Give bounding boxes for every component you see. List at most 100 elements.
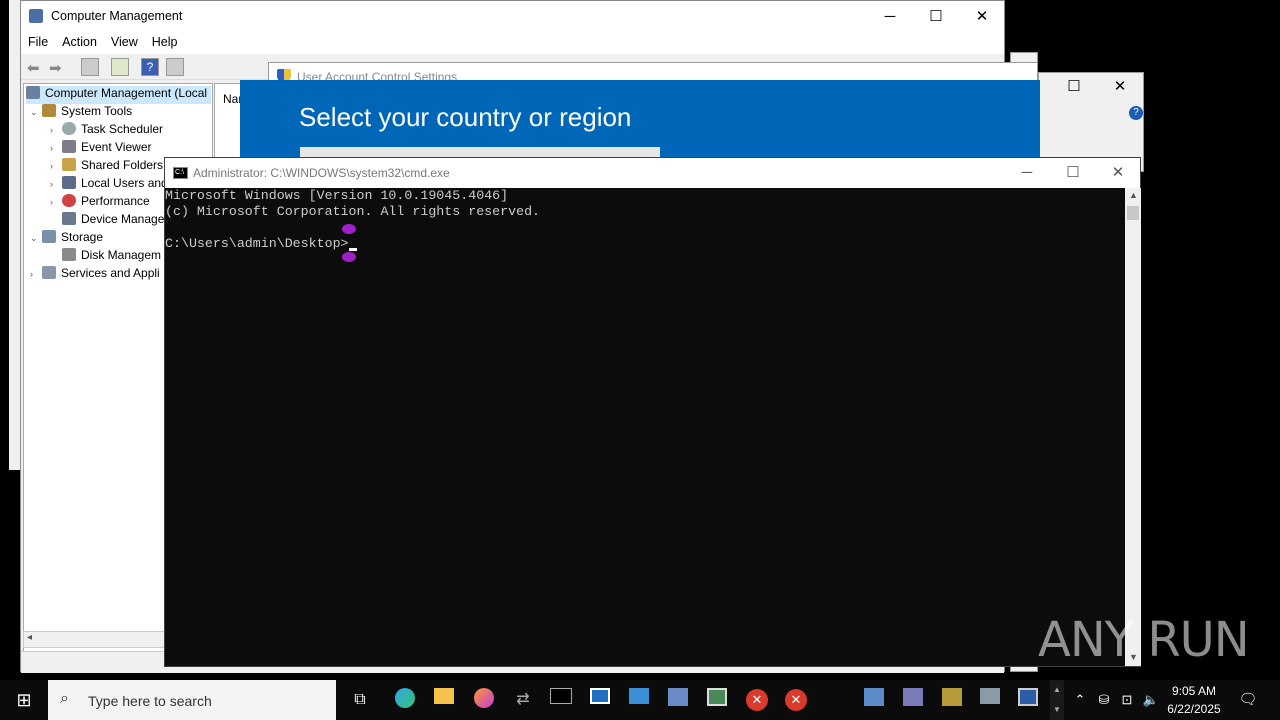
- forward-arrow-icon[interactable]: ➡: [49, 59, 62, 77]
- tree-item-computer-management[interactable]: Computer Management (Local: [26, 86, 212, 104]
- tree-label: Storage: [61, 230, 104, 244]
- network-computers-icon[interactable]: [666, 688, 690, 712]
- network-tool-icon[interactable]: ⇄: [511, 688, 535, 712]
- pointer-marker-bottom: [342, 252, 356, 262]
- anyrun-watermark: ANY RUN: [1038, 612, 1250, 668]
- menu-file[interactable]: File: [21, 32, 55, 52]
- tray-device-icon[interactable]: ⛁: [1092, 688, 1116, 712]
- tree-label: System Tools: [61, 104, 133, 118]
- taskbar-search-box[interactable]: ⌕ Type here to search: [48, 680, 336, 720]
- tray-app-icon-4[interactable]: [978, 688, 1002, 712]
- show-hidden-icons-icon[interactable]: ⌃: [1068, 688, 1092, 712]
- tree-label: Services and Appli: [61, 266, 160, 280]
- help-icon[interactable]: ?: [141, 58, 159, 76]
- services-icon: [42, 266, 56, 279]
- cmd-minimize-button[interactable]: ─: [1004, 158, 1050, 188]
- tree-item-system-tools[interactable]: ⌄ System Tools: [30, 104, 132, 122]
- collapse-icon[interactable]: ⌄: [30, 107, 42, 118]
- volume-icon[interactable]: 🔈: [1139, 688, 1163, 712]
- window-app-icon[interactable]: [588, 688, 612, 712]
- scroll-thumb[interactable]: [1127, 206, 1139, 220]
- tree-label: Disk Managem: [81, 248, 162, 262]
- menu-view[interactable]: View: [104, 32, 145, 52]
- oobe-heading: Select your country or region: [299, 102, 632, 132]
- cmd-taskbar-icon[interactable]: [549, 688, 573, 712]
- computer-management-taskbar-icon[interactable]: [705, 688, 729, 712]
- tray-app-icon-5[interactable]: [1016, 688, 1040, 712]
- edge-icon[interactable]: [393, 688, 417, 712]
- maximize-button[interactable]: ☐: [1051, 73, 1097, 101]
- tree-item-device-manager[interactable]: Device Manager: [50, 212, 168, 230]
- minimize-button[interactable]: ─: [867, 1, 913, 32]
- collapse-icon[interactable]: ⌄: [30, 233, 42, 244]
- tray-app-icon-3[interactable]: [940, 688, 964, 712]
- show-hide-tree-icon[interactable]: [81, 58, 99, 76]
- back-arrow-icon[interactable]: ⬅: [27, 59, 40, 77]
- tree-item-shared-folders[interactable]: › Shared Folders: [50, 158, 163, 176]
- start-windows-icon[interactable]: ⊞: [12, 688, 36, 712]
- console-prompt: C:\Users\admin\Desktop>: [165, 236, 349, 251]
- tray-app-icon-2[interactable]: [901, 688, 925, 712]
- clock-date[interactable]: 6/22/2025: [1162, 702, 1226, 716]
- pointer-marker-top: [342, 224, 356, 234]
- console-line: (c) Microsoft Corporation. All rights re…: [165, 204, 541, 219]
- cm-title: Computer Management: [51, 9, 183, 23]
- expand-icon[interactable]: ›: [50, 143, 62, 153]
- tree-item-local-users[interactable]: › Local Users and: [50, 176, 168, 194]
- cmd-title-bar: C:\ Administrator: C:\WINDOWS\system32\c…: [165, 158, 1140, 188]
- computer-management-icon: [29, 9, 43, 23]
- expand-icon[interactable]: ›: [50, 125, 62, 135]
- maximize-button[interactable]: ☐: [913, 1, 959, 32]
- taskbar: ⊞ ⌕ Type here to search ⧉ ⇄ ✕ ✕ ▲ ▼ ⌃ ⛁ ⊡…: [0, 680, 1280, 720]
- menu-help[interactable]: Help: [145, 32, 185, 52]
- cmd-vertical-scrollbar[interactable]: ▲ ▼: [1125, 188, 1141, 666]
- tree-label: Local Users and: [81, 176, 168, 190]
- action-pane-icon[interactable]: [166, 58, 184, 76]
- expand-icon[interactable]: ›: [30, 269, 42, 279]
- tree-label: Device Manager: [81, 212, 169, 226]
- cm-menu-bar: File Action View Help: [21, 32, 1004, 54]
- error-app-icon[interactable]: ✕: [745, 688, 769, 712]
- tree-item-task-scheduler[interactable]: › Task Scheduler: [50, 122, 163, 140]
- notifications-icon[interactable]: 🗨: [1236, 688, 1260, 712]
- tree-item-services[interactable]: › Services and Appli: [30, 266, 160, 284]
- file-explorer-icon[interactable]: [432, 688, 456, 712]
- clock-time[interactable]: 9:05 AM: [1162, 684, 1226, 698]
- console-line: Microsoft Windows [Version 10.0.19045.40…: [165, 188, 509, 203]
- scroll-up-icon[interactable]: ▲: [1129, 190, 1138, 200]
- tree-item-disk-management[interactable]: Disk Managem: [50, 248, 161, 266]
- tree-item-performance[interactable]: › Performance: [50, 194, 150, 212]
- settings-app-icon[interactable]: [627, 688, 651, 712]
- cmd-close-button[interactable]: ✕: [1095, 158, 1141, 188]
- network-icon[interactable]: ⊡: [1115, 688, 1139, 712]
- performance-icon: [62, 194, 76, 207]
- clock-icon: [62, 122, 76, 135]
- expand-icon[interactable]: ›: [50, 197, 62, 207]
- taskbar-scroll[interactable]: ▲ ▼: [1050, 680, 1064, 720]
- region-list-top[interactable]: [300, 147, 660, 157]
- menu-action[interactable]: Action: [55, 32, 104, 52]
- firefox-icon[interactable]: [472, 688, 496, 712]
- tree-label: Performance: [81, 194, 150, 208]
- tree-label: Task Scheduler: [81, 122, 164, 136]
- tree-item-event-viewer[interactable]: › Event Viewer: [50, 140, 151, 158]
- expand-icon[interactable]: ›: [50, 161, 62, 171]
- cmd-maximize-button[interactable]: ☐: [1050, 158, 1096, 188]
- scroll-left-icon[interactable]: ◂: [27, 632, 32, 643]
- cmd-window: C:\ Administrator: C:\WINDOWS\system32\c…: [164, 157, 1141, 667]
- tree-item-storage[interactable]: ⌄ Storage: [30, 230, 103, 248]
- tools-icon: [42, 104, 56, 117]
- search-placeholder: Type here to search: [88, 693, 212, 709]
- close-button[interactable]: ✕: [1097, 73, 1143, 101]
- export-list-icon[interactable]: [111, 58, 129, 76]
- storage-icon: [42, 230, 56, 243]
- tree-label: Computer Management (Local: [45, 86, 208, 100]
- tray-app-icon-1[interactable]: [862, 688, 886, 712]
- console-output[interactable]: Microsoft Windows [Version 10.0.19045.40…: [165, 188, 1125, 666]
- cmd-icon: C:\: [173, 167, 188, 179]
- task-view-icon[interactable]: ⧉: [348, 688, 372, 712]
- help-icon[interactable]: ?: [1129, 106, 1143, 120]
- expand-icon[interactable]: ›: [50, 179, 62, 189]
- error-app-icon-2[interactable]: ✕: [784, 688, 808, 712]
- close-button[interactable]: ✕: [959, 1, 1005, 32]
